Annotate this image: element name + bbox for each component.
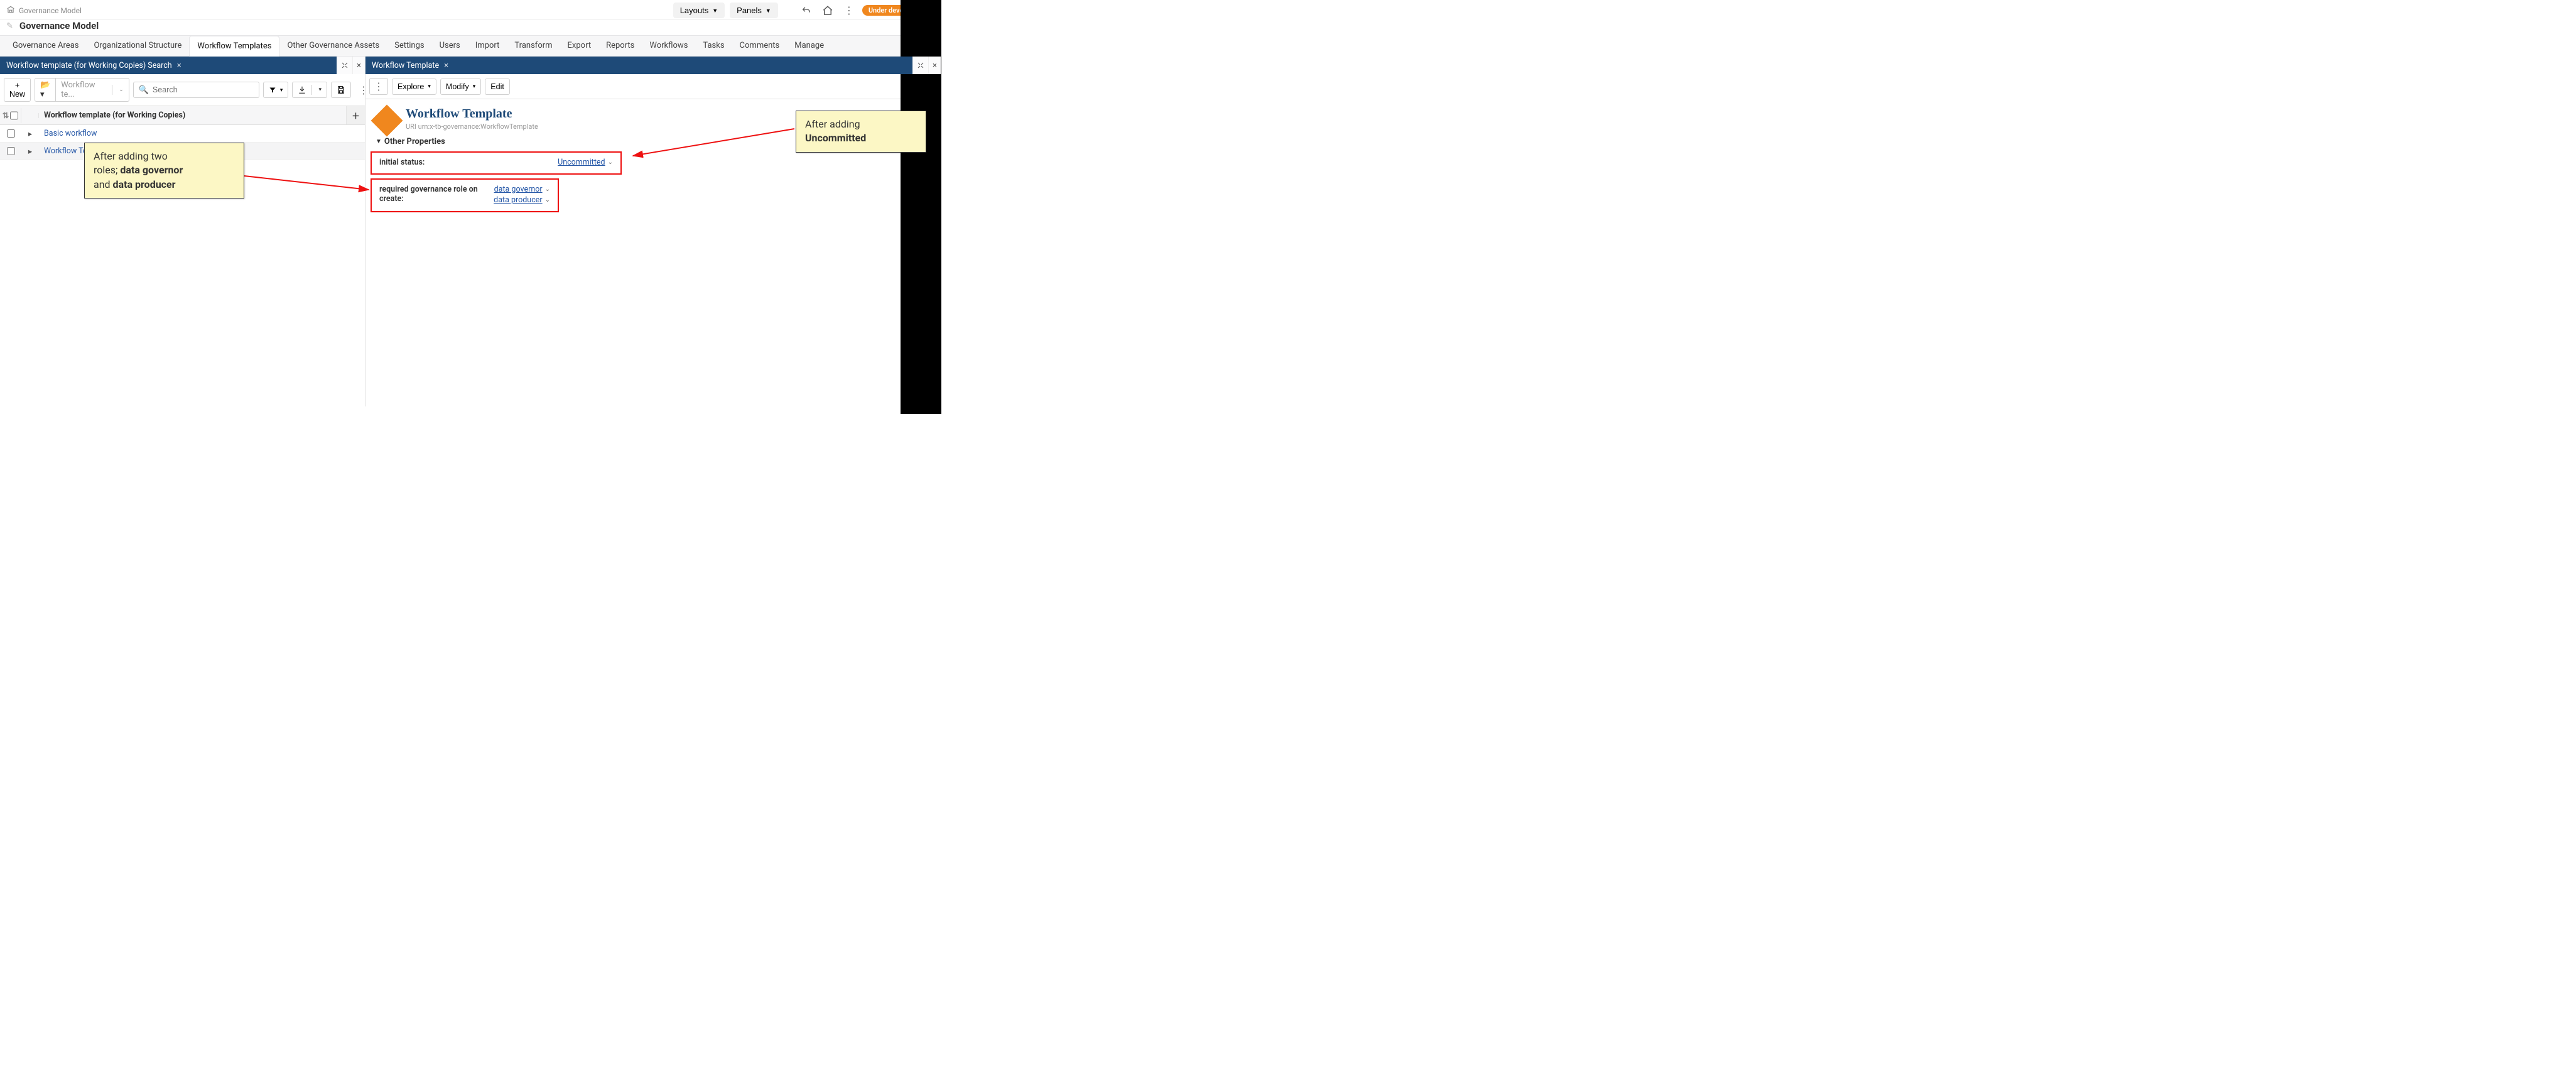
tab-manage[interactable]: Manage [787, 36, 831, 56]
left-panel-tab-label: Workflow template (for Working Copies) S… [6, 61, 172, 70]
tab-users[interactable]: Users [432, 36, 468, 56]
edit-title-icon[interactable]: ✎ [6, 21, 13, 31]
tab-settings[interactable]: Settings [387, 36, 431, 56]
row-checkbox[interactable] [7, 129, 15, 138]
modify-button[interactable]: Modify ▾ [440, 79, 481, 95]
filter-button[interactable]: ▾ [263, 82, 289, 98]
required-role-value[interactable]: data producer [494, 195, 542, 205]
sort-header[interactable]: ⇅ [0, 108, 21, 123]
close-panel-icon[interactable]: × [928, 57, 941, 74]
add-row-button[interactable]: ＋ [346, 106, 365, 124]
export-button[interactable]: ▾ [292, 82, 327, 98]
search-icon: 🔍 [139, 85, 149, 95]
governance-icon [6, 5, 15, 16]
close-tab-icon[interactable]: × [444, 61, 448, 70]
left-toolbar: + New 📂▾ Workflow te... ⌄ 🔍 ▾ ▾ ⋮ [0, 74, 365, 106]
chevron-down-icon[interactable]: ⌄ [545, 186, 550, 193]
page-title: Governance Model [19, 20, 99, 31]
right-toolbar: ⋮ Explore ▾ Modify ▾ Edit ▾ [365, 74, 941, 99]
callout-roles: After adding two roles; data governor an… [84, 143, 244, 199]
search-input[interactable] [153, 85, 254, 94]
tab-export[interactable]: Export [560, 36, 599, 56]
type-selector-chevron: ⌄ [112, 85, 129, 95]
list-header-label: Workflow template (for Working Copies) [39, 108, 346, 122]
tab-governance-areas[interactable]: Governance Areas [5, 36, 86, 56]
search-input-wrap: 🔍 [133, 82, 259, 98]
left-panel: Workflow template (for Working Copies) S… [0, 57, 365, 406]
right-panel-tab[interactable]: Workflow Template × [365, 57, 453, 74]
type-selector[interactable]: 📂▾ Workflow te... ⌄ [35, 78, 129, 102]
undo-icon[interactable] [798, 3, 814, 19]
required-role-value[interactable]: data governor [494, 185, 543, 194]
tab-import[interactable]: Import [468, 36, 507, 56]
initial-status-label: initial status: [379, 158, 492, 167]
right-panel-tab-label: Workflow Template [372, 61, 439, 70]
required-role-highlight: required governance role on create: data… [371, 178, 559, 212]
close-panel-icon[interactable]: × [352, 57, 365, 74]
select-all-checkbox[interactable] [10, 111, 18, 121]
more-menu-icon[interactable]: ⋮ [841, 3, 857, 19]
initial-status-highlight: initial status: Uncommitted⌄ [371, 151, 622, 175]
initial-status-value[interactable]: Uncommitted [558, 158, 605, 167]
callout-uncommitted: After adding Uncommitted [796, 111, 926, 153]
close-tab-icon[interactable]: × [177, 61, 181, 70]
left-panel-tabbar: Workflow template (for Working Copies) S… [0, 57, 365, 74]
prop-initial-status: initial status: Uncommitted⌄ [372, 154, 620, 172]
left-panel-tab[interactable]: Workflow template (for Working Copies) S… [0, 57, 187, 74]
prop-required-role: required governance role on create: data… [372, 181, 558, 210]
home-icon[interactable] [820, 3, 836, 19]
edit-button[interactable]: Edit [485, 79, 510, 95]
tab-transform[interactable]: Transform [507, 36, 560, 56]
chevron-down-icon[interactable]: ⌄ [608, 159, 613, 166]
type-selector-label: Workflow te... [55, 79, 112, 101]
header-bar: Governance Model Layouts▼ Panels▼ ⋮ Unde… [0, 0, 941, 20]
asset-type-icon [371, 105, 403, 137]
breadcrumb: Governance Model [6, 5, 82, 16]
detail-uri: URI urn:x-tb-governance:WorkflowTemplate [406, 122, 538, 131]
tab-workflows[interactable]: Workflows [642, 36, 695, 56]
list-header: ⇅ Workflow template (for Working Copies)… [0, 106, 365, 125]
breadcrumb-title[interactable]: Governance Model [19, 6, 82, 15]
right-panel-tabbar: Workflow Template × × [365, 57, 941, 74]
right-panel: Workflow Template × × ⋮ Explore ▾ Modify… [365, 57, 941, 406]
required-role-label: required governance role on create: [379, 185, 492, 204]
new-button[interactable]: + New [4, 78, 31, 102]
panels-dropdown[interactable]: Panels▼ [730, 3, 778, 18]
detail-title: Workflow Template [406, 107, 538, 121]
row-link[interactable]: Basic workflow [44, 129, 97, 138]
row-checkbox[interactable] [7, 147, 15, 155]
expand-row-icon[interactable]: ▸ [21, 144, 39, 159]
expand-panel-icon[interactable] [337, 57, 352, 74]
tab-org-structure[interactable]: Organizational Structure [86, 36, 189, 56]
title-row: ✎ Governance Model [0, 20, 941, 35]
folder-icon: 📂▾ [35, 79, 55, 101]
tab-reports[interactable]: Reports [598, 36, 642, 56]
tab-tasks[interactable]: Tasks [695, 36, 732, 56]
list-row[interactable]: ▸ Basic workflow [0, 125, 365, 143]
chevron-down-icon[interactable]: ⌄ [545, 197, 550, 204]
header-right: Layouts▼ Panels▼ ⋮ Under development [673, 3, 935, 19]
nav-tabs: Governance Areas Organizational Structur… [0, 35, 941, 57]
tab-comments[interactable]: Comments [732, 36, 787, 56]
tab-workflow-templates[interactable]: Workflow Templates [189, 36, 279, 57]
explore-button[interactable]: Explore ▾ [392, 79, 436, 95]
layouts-dropdown[interactable]: Layouts▼ [673, 3, 725, 18]
save-button[interactable] [331, 82, 351, 98]
tab-other-assets[interactable]: Other Governance Assets [279, 36, 387, 56]
expand-panel-icon[interactable] [912, 57, 928, 74]
right-more-icon[interactable]: ⋮ [369, 78, 388, 95]
expand-row-icon[interactable]: ▸ [21, 126, 39, 141]
